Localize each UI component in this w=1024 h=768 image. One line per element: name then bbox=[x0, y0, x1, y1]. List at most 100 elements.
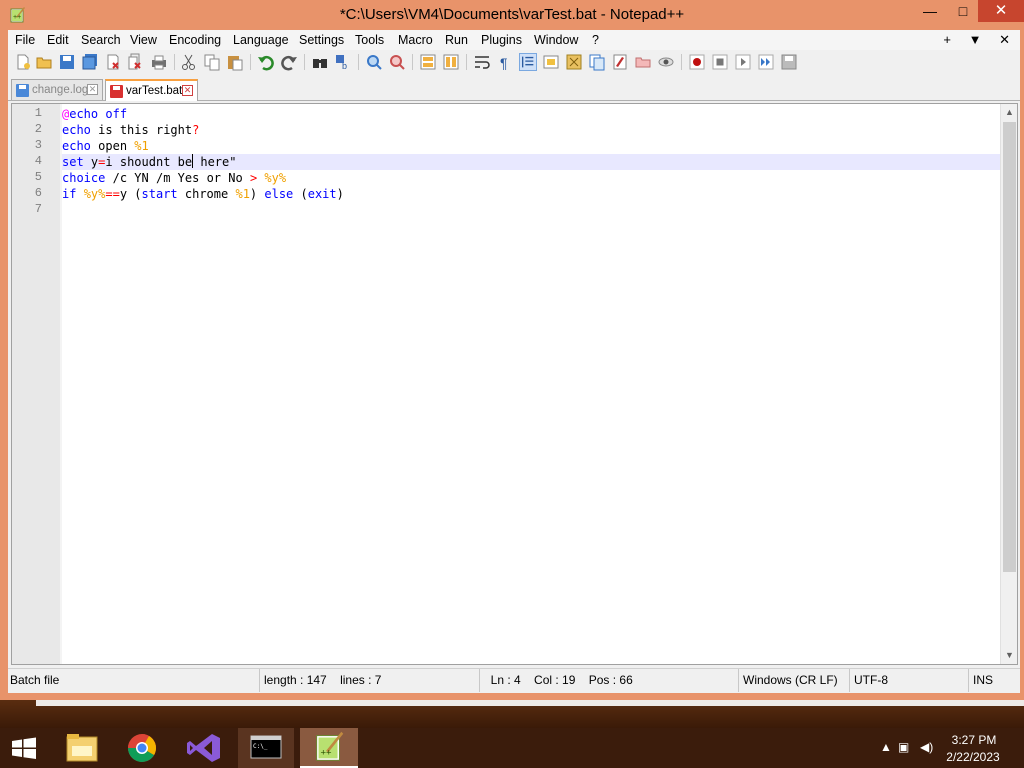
word-wrap-icon[interactable] bbox=[473, 53, 491, 71]
menu-help[interactable]: ? bbox=[592, 33, 599, 47]
save-all-icon[interactable] bbox=[81, 53, 99, 71]
menu-language[interactable]: Language bbox=[233, 33, 289, 47]
close-button[interactable]: ✕ bbox=[978, 0, 1024, 22]
show-all-characters-icon[interactable]: ¶ bbox=[496, 53, 514, 71]
sync-horizontal-icon[interactable] bbox=[442, 53, 460, 71]
document-map-icon[interactable] bbox=[565, 53, 583, 71]
toolbar-separator bbox=[681, 54, 682, 70]
code-line-current[interactable]: set y=i shoudnt be here" bbox=[62, 154, 1000, 170]
system-tray: ▲ ▣ ◀) 3:27 PM 2/22/2023 bbox=[864, 728, 1024, 768]
windows-start-icon[interactable] bbox=[8, 728, 40, 768]
function-list-icon[interactable] bbox=[588, 53, 606, 71]
sync-vertical-icon[interactable] bbox=[419, 53, 437, 71]
menu-macro[interactable]: Macro bbox=[398, 33, 433, 47]
command-prompt-icon[interactable]: C:\_ bbox=[238, 728, 294, 768]
user-defined-language-icon[interactable] bbox=[542, 53, 560, 71]
code-line[interactable]: echo open %1 bbox=[62, 138, 1000, 154]
status-length-lines: length : 147 lines : 7 bbox=[259, 669, 478, 692]
tab-vartest-bat[interactable]: varTest.bat ✕ bbox=[105, 79, 198, 101]
status-eol[interactable]: Windows (CR LF) bbox=[738, 669, 848, 692]
code-line[interactable] bbox=[62, 202, 1000, 218]
code-line[interactable]: echo is this right? bbox=[62, 122, 1000, 138]
status-insert-mode[interactable]: INS bbox=[968, 669, 1020, 692]
status-encoding[interactable]: UTF-8 bbox=[849, 669, 967, 692]
clock-date[interactable]: 2/22/2023 bbox=[938, 750, 1008, 764]
folder-icon[interactable] bbox=[634, 53, 652, 71]
new-file-icon[interactable] bbox=[14, 53, 32, 71]
menu-encoding[interactable]: Encoding bbox=[169, 33, 221, 47]
menu-tools[interactable]: Tools bbox=[355, 33, 384, 47]
zoom-in-icon[interactable] bbox=[365, 53, 383, 71]
toolbar: b ¶ bbox=[8, 50, 1020, 74]
editor-pane[interactable]: 1 2 3 4 5 6 7 @echo off echo is this rig… bbox=[11, 103, 1018, 665]
play-macro-icon[interactable] bbox=[734, 53, 752, 71]
close-document-button[interactable]: ✕ bbox=[999, 32, 1010, 48]
cut-icon[interactable] bbox=[180, 53, 198, 71]
status-length: length : 147 bbox=[264, 673, 327, 687]
find-icon[interactable] bbox=[311, 53, 329, 71]
line-number: 1 bbox=[34, 106, 42, 120]
chrome-icon[interactable] bbox=[114, 728, 170, 768]
scrollbar-thumb[interactable] bbox=[1003, 122, 1016, 572]
open-file-icon[interactable] bbox=[35, 53, 53, 71]
maximize-button[interactable]: □ bbox=[950, 0, 976, 22]
menu-run[interactable]: Run bbox=[445, 33, 468, 47]
code-line[interactable]: choice /c YN /m Yes or No > %y% bbox=[62, 170, 1000, 186]
notepad-plus-plus-taskbar-icon[interactable]: ++ bbox=[300, 728, 358, 768]
show-hidden-icons-icon[interactable]: ▲ bbox=[880, 740, 892, 754]
run-macro-multiple-icon[interactable] bbox=[757, 53, 775, 71]
title-bar[interactable]: ++ *C:\Users\VM4\Documents\varTest.bat -… bbox=[0, 0, 1024, 30]
record-macro-icon[interactable] bbox=[688, 53, 706, 71]
save-icon[interactable] bbox=[58, 53, 76, 71]
line-number: 4 bbox=[34, 154, 42, 168]
vertical-scrollbar[interactable]: ▲ ▼ bbox=[1000, 104, 1017, 664]
menu-plugins[interactable]: Plugins bbox=[481, 33, 522, 47]
notepad-plus-plus-window: ++ *C:\Users\VM4\Documents\varTest.bat -… bbox=[0, 0, 1024, 700]
indent-guide-icon[interactable] bbox=[519, 53, 537, 71]
menu-file[interactable]: File bbox=[15, 33, 35, 47]
file-explorer-icon[interactable] bbox=[54, 728, 110, 768]
new-tab-button[interactable]: + bbox=[943, 32, 951, 47]
code-line[interactable]: @echo off bbox=[62, 106, 1000, 122]
scroll-down-arrow-icon[interactable]: ▼ bbox=[1001, 647, 1018, 664]
replace-icon[interactable]: b bbox=[334, 53, 352, 71]
status-bar: Batch file length : 147 lines : 7 Ln : 4… bbox=[8, 668, 1020, 692]
close-file-icon[interactable] bbox=[104, 53, 122, 71]
toolbar-separator bbox=[174, 54, 175, 70]
line-number: 5 bbox=[34, 170, 42, 184]
toolbar-separator bbox=[358, 54, 359, 70]
menu-settings[interactable]: Settings bbox=[299, 33, 344, 47]
saved-file-icon bbox=[16, 84, 29, 97]
code-area[interactable]: @echo off echo is this right? echo open … bbox=[62, 104, 1000, 664]
toolbar-separator bbox=[304, 54, 305, 70]
save-macro-icon[interactable] bbox=[780, 53, 798, 71]
svg-text:¶: ¶ bbox=[500, 55, 508, 71]
tab-close-icon[interactable]: ✕ bbox=[182, 85, 193, 96]
network-icon[interactable]: ▣ bbox=[898, 740, 909, 754]
svg-text:b: b bbox=[342, 61, 347, 71]
tab-list-dropdown[interactable]: ▼ bbox=[969, 32, 982, 47]
menu-search[interactable]: Search bbox=[81, 33, 121, 47]
volume-icon[interactable]: ◀) bbox=[920, 740, 933, 754]
print-icon[interactable] bbox=[150, 53, 168, 71]
stop-macro-icon[interactable] bbox=[711, 53, 729, 71]
minimize-button[interactable]: — bbox=[917, 0, 943, 22]
monitoring-eye-icon[interactable] bbox=[657, 53, 675, 71]
undo-icon[interactable] bbox=[257, 53, 275, 71]
tab-change-log[interactable]: change.log ✕ bbox=[11, 79, 103, 100]
scroll-up-arrow-icon[interactable]: ▲ bbox=[1001, 104, 1018, 121]
paste-icon[interactable] bbox=[226, 53, 244, 71]
clock-time[interactable]: 3:27 PM bbox=[944, 733, 1004, 747]
menu-view[interactable]: View bbox=[130, 33, 157, 47]
menu-edit[interactable]: Edit bbox=[47, 33, 69, 47]
visual-studio-icon[interactable] bbox=[176, 728, 232, 768]
redo-icon[interactable] bbox=[280, 53, 298, 71]
menu-window[interactable]: Window bbox=[534, 33, 578, 47]
zoom-out-icon[interactable] bbox=[388, 53, 406, 71]
folder-as-workspace-icon[interactable] bbox=[611, 53, 629, 71]
code-line[interactable]: if %y%==y (start chrome %1) else (exit) bbox=[62, 186, 1000, 202]
close-all-icon[interactable] bbox=[126, 53, 144, 71]
tab-close-icon[interactable]: ✕ bbox=[87, 84, 98, 95]
copy-icon[interactable] bbox=[203, 53, 221, 71]
status-file-type: Batch file bbox=[10, 673, 60, 687]
